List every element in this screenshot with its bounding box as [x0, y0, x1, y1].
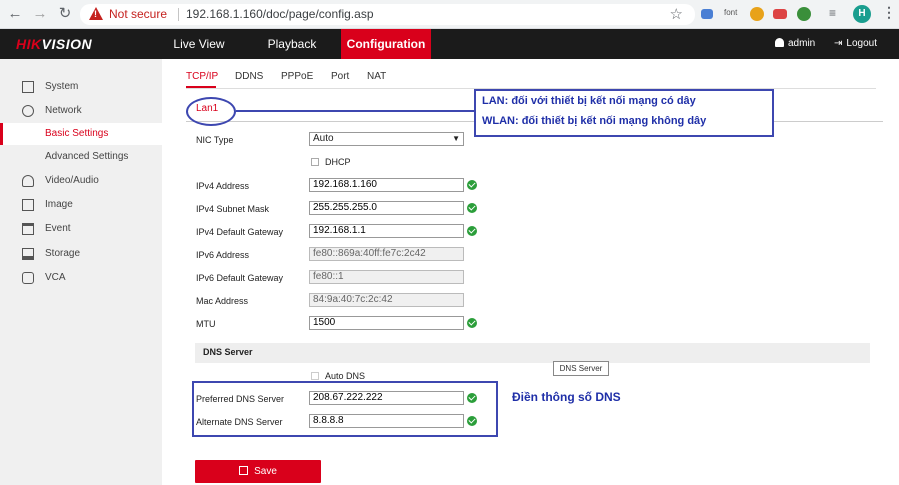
tab-tcpip[interactable]: TCP/IP: [186, 71, 218, 82]
url-text[interactable]: 192.168.1.160/doc/page/config.asp: [186, 7, 374, 21]
nic-type-select[interactable]: Auto ▼: [309, 132, 464, 146]
sidebar-item-advanced-settings[interactable]: Advanced Settings: [0, 146, 162, 168]
flower-extension-icon[interactable]: [750, 7, 764, 21]
nav-playback[interactable]: Playback: [261, 29, 323, 59]
ipv6-gateway-label: IPv6 Default Gateway: [196, 273, 284, 283]
sidebar-item-vca[interactable]: VCA: [0, 267, 162, 289]
annotation-lan-text: LAN: đối với thiết bị kết nối mạng có dâ…: [482, 95, 696, 107]
image-icon: [22, 199, 34, 211]
ipv6-address-field: fe80::869a:40ff:fe7c:2c42: [309, 247, 464, 261]
ipv6-address-label: IPv6 Address: [196, 250, 250, 260]
globe-icon: [22, 105, 34, 117]
address-bar[interactable]: Not secure 192.168.1.160/doc/page/config…: [80, 4, 695, 25]
browser-toolbar: ← → ↻ Not secure 192.168.1.160/doc/page/…: [0, 0, 899, 29]
nav-configuration[interactable]: Configuration: [341, 29, 431, 59]
calendar-icon: [22, 223, 34, 235]
tab-ddns[interactable]: DDNS: [235, 71, 263, 82]
app-header: HIKVISION Live View Playback Configurati…: [0, 29, 899, 59]
mail-extension-icon[interactable]: [773, 9, 787, 19]
ipv4-address-label: IPv4 Address: [196, 181, 250, 191]
logout-label: Logout: [846, 38, 877, 49]
bookmark-star-icon[interactable]: ☆: [670, 5, 683, 23]
nic-type-value: Auto: [313, 133, 334, 144]
back-icon[interactable]: ←: [6, 5, 24, 23]
forward-icon[interactable]: →: [31, 5, 49, 23]
sidebar-item-storage[interactable]: Storage: [0, 243, 162, 265]
lan-wlan-annotation: LAN: đối với thiết bị kết nối mạng có dâ…: [474, 89, 774, 137]
valid-check-icon: [467, 203, 477, 213]
valid-check-icon: [467, 180, 477, 190]
tab-pppoe[interactable]: PPPoE: [281, 71, 313, 82]
user-icon: [775, 38, 784, 47]
extension-icon[interactable]: [701, 9, 713, 19]
logout-button[interactable]: ⇥ Logout: [834, 38, 877, 49]
dns-annotation-text: Điền thông số DNS: [512, 390, 621, 404]
warning-icon: [89, 7, 103, 20]
sidebar-item-basic-settings[interactable]: Basic Settings: [0, 123, 162, 145]
default-gateway-label: IPv4 Default Gateway: [196, 227, 284, 237]
profile-avatar[interactable]: H: [853, 5, 871, 23]
nic-type-label: NIC Type: [196, 135, 234, 145]
logout-icon: ⇥: [834, 38, 843, 49]
save-icon: [239, 466, 249, 475]
mac-address-label: Mac Address: [196, 296, 249, 306]
reading-list-icon[interactable]: ≡: [829, 6, 836, 20]
tab-port[interactable]: Port: [331, 71, 349, 82]
save-label: Save: [254, 466, 277, 477]
mac-address-field: 84:9a:40:7c:2c:42: [309, 293, 464, 307]
dhcp-label: DHCP: [325, 157, 351, 167]
not-secure-label[interactable]: Not secure: [109, 7, 167, 21]
menu-icon[interactable]: ⋮: [882, 4, 896, 21]
subnet-mask-field[interactable]: 255.255.255.0: [309, 201, 464, 215]
annotation-wlan-text: WLAN: đối thiết bị kết nối mạng không dâ…: [482, 115, 707, 127]
system-icon: [22, 81, 34, 93]
dhcp-checkbox[interactable]: [311, 158, 319, 166]
auto-dns-checkbox[interactable]: [311, 372, 319, 380]
user-menu[interactable]: admin: [775, 38, 815, 49]
dns-highlight-box: [192, 381, 498, 437]
vca-icon: [22, 272, 34, 284]
valid-check-icon: [467, 318, 477, 328]
sidebar-item-image[interactable]: Image: [0, 194, 162, 216]
mtu-label: MTU: [196, 319, 216, 329]
dns-section-title: DNS Server: [203, 347, 253, 357]
nav-live-view[interactable]: Live View: [168, 29, 230, 59]
save-button[interactable]: Save: [195, 460, 321, 483]
auto-dns-label: Auto DNS: [325, 371, 366, 381]
chevron-down-icon: ▼: [452, 134, 460, 143]
sidebar-item-system[interactable]: System: [0, 76, 162, 98]
ipv4-address-field[interactable]: 192.168.1.160: [309, 178, 464, 192]
video-audio-icon: [22, 175, 34, 187]
mtu-field[interactable]: 1500: [309, 316, 464, 330]
default-gateway-field[interactable]: 192.168.1.1: [309, 224, 464, 238]
ipv6-gateway-field: fe80::1: [309, 270, 464, 284]
sidebar-item-video-audio[interactable]: Video/Audio: [0, 170, 162, 192]
dns-tooltip: DNS Server: [553, 361, 609, 376]
sidebar: System Network Basic Settings Advanced S…: [0, 59, 162, 485]
user-name: admin: [788, 38, 816, 49]
reload-icon[interactable]: ↻: [56, 5, 74, 23]
annotation-connector: [236, 110, 474, 112]
storage-icon: [22, 248, 34, 260]
dns-section-header: DNS Server: [195, 343, 870, 363]
hikvision-logo: HIKVISION: [16, 36, 93, 52]
sidebar-item-network[interactable]: Network: [0, 100, 162, 122]
valid-check-icon: [467, 226, 477, 236]
lan-highlight-oval: [186, 97, 236, 126]
url-divider: [178, 8, 179, 21]
tab-nat[interactable]: NAT: [367, 71, 386, 82]
subnet-mask-label: IPv4 Subnet Mask: [196, 204, 270, 214]
globe-extension-icon[interactable]: [797, 7, 811, 21]
font-extension-icon[interactable]: font: [724, 8, 737, 17]
sidebar-item-event[interactable]: Event: [0, 218, 162, 240]
